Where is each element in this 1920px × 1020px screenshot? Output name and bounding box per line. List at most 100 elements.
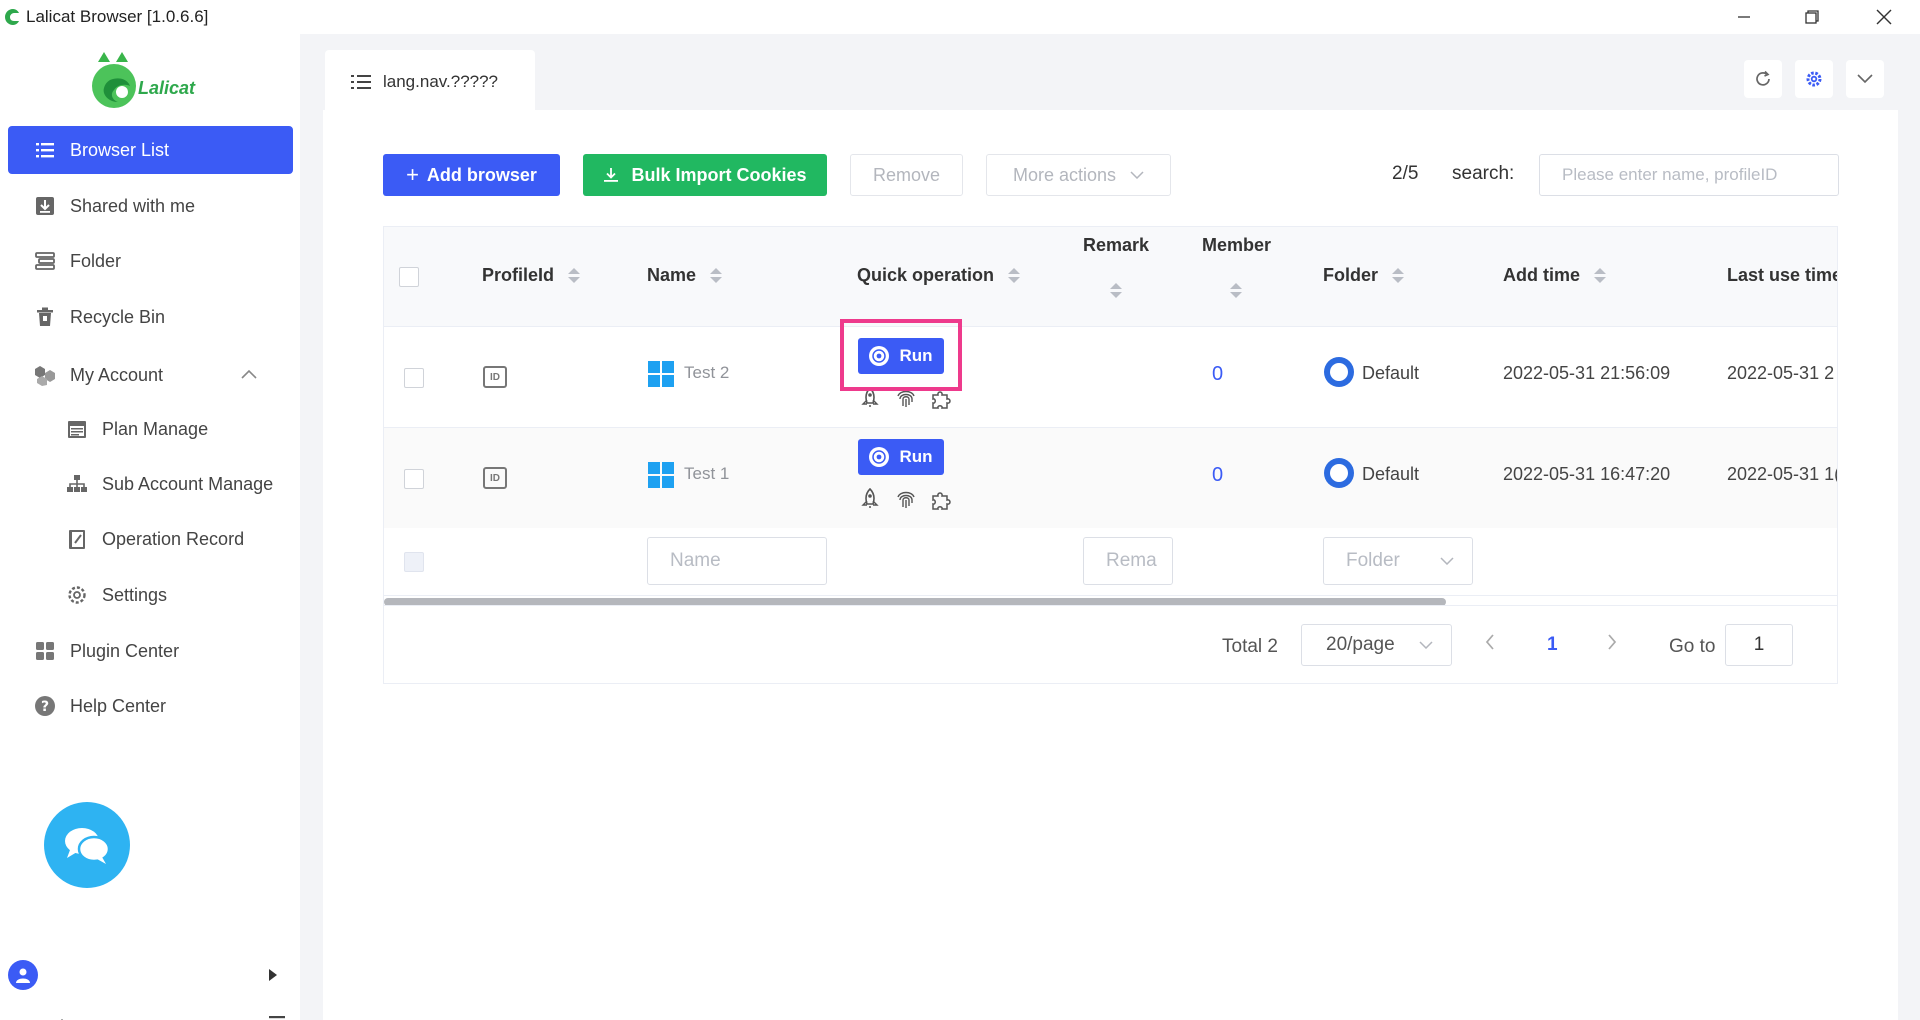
column-label: Folder bbox=[1323, 265, 1379, 285]
sort-icon[interactable] bbox=[1230, 283, 1242, 298]
sidebar-item-recycle-bin[interactable]: Recycle Bin bbox=[8, 293, 293, 341]
more-actions-dropdown[interactable]: More actions bbox=[986, 154, 1171, 196]
profile-id-icon[interactable]: ID bbox=[483, 366, 507, 388]
sidebar-item-browser-list[interactable]: Browser List bbox=[8, 126, 293, 174]
gear-icon bbox=[66, 584, 88, 606]
sidebar-item-label: Settings bbox=[102, 584, 168, 605]
column-quick-operation[interactable]: Quick operation bbox=[857, 265, 1021, 286]
user-avatar[interactable] bbox=[8, 960, 38, 990]
sun-icon[interactable] bbox=[47, 1014, 77, 1020]
bulk-import-cookies-button[interactable]: Bulk Import Cookies bbox=[583, 154, 827, 196]
column-name[interactable]: Name bbox=[647, 265, 723, 286]
refresh-button[interactable] bbox=[1744, 60, 1782, 98]
member-count[interactable]: 0 bbox=[1212, 464, 1223, 487]
sidebar-item-label: Browser List bbox=[70, 139, 170, 160]
folder-filter-select[interactable]: Folder bbox=[1323, 537, 1473, 585]
sort-icon[interactable] bbox=[710, 268, 723, 283]
shield-icon[interactable] bbox=[170, 1014, 200, 1020]
sort-icon[interactable] bbox=[1594, 268, 1607, 283]
sidebar-item-folder[interactable]: Folder bbox=[8, 237, 293, 285]
member-count[interactable]: 0 bbox=[1212, 363, 1223, 386]
sidebar-item-shared-with-me[interactable]: Shared with me bbox=[8, 182, 293, 230]
settings-button[interactable] bbox=[1795, 60, 1833, 98]
goto-page-input[interactable] bbox=[1725, 624, 1793, 666]
windows-icon bbox=[648, 462, 674, 488]
page-number[interactable]: 1 bbox=[1547, 634, 1558, 656]
sidebar-item-label: Plugin Center bbox=[70, 640, 180, 661]
restore-icon[interactable] bbox=[1784, 0, 1840, 34]
chevron-up-icon[interactable] bbox=[241, 369, 257, 379]
sort-icon[interactable] bbox=[1110, 283, 1122, 298]
help-icon: ? bbox=[34, 695, 56, 717]
table-row: ID Test 2 Run 0 Default 2022-05-31 21:56… bbox=[384, 327, 1837, 428]
sidebar-item-sub-account-manage[interactable]: Sub Account Manage bbox=[8, 460, 293, 508]
last-use-time: 2022-05-31 2 bbox=[1727, 363, 1835, 383]
row-checkbox[interactable] bbox=[404, 469, 424, 489]
puzzle-icon[interactable] bbox=[929, 486, 955, 512]
tab-browser-list[interactable]: lang.nav.????? bbox=[325, 50, 535, 114]
rocket-icon[interactable] bbox=[857, 486, 883, 512]
close-icon[interactable] bbox=[1856, 0, 1912, 34]
notebook-icon bbox=[66, 528, 88, 550]
sidebar-item-settings[interactable]: Settings bbox=[8, 571, 293, 619]
sidebar-item-help-center[interactable]: ? Help Center bbox=[8, 682, 293, 730]
caret-right-icon[interactable] bbox=[268, 968, 278, 982]
add-browser-button[interactable]: + Add browser bbox=[383, 154, 560, 196]
sidebar-item-my-account[interactable]: My Account bbox=[8, 351, 293, 399]
tag-icon[interactable] bbox=[129, 1014, 159, 1020]
folder-stack-icon bbox=[34, 250, 56, 272]
fingerprint-icon[interactable] bbox=[893, 486, 919, 512]
sidebar-item-operation-record[interactable]: Operation Record bbox=[8, 515, 293, 563]
remark-filter-input[interactable] bbox=[1083, 537, 1173, 585]
remove-button[interactable]: Remove bbox=[850, 154, 963, 196]
org-chart-icon bbox=[66, 473, 88, 495]
user-icon bbox=[16, 968, 30, 983]
column-folder[interactable]: Folder bbox=[1323, 265, 1405, 286]
table-header: ProfileId Name Quick operation Remark Me… bbox=[384, 227, 1837, 327]
sort-icon[interactable] bbox=[1008, 268, 1021, 283]
quick-icons bbox=[857, 486, 965, 512]
folder-name: Default bbox=[1362, 464, 1420, 484]
sort-icon[interactable] bbox=[1392, 268, 1405, 283]
sort-icon[interactable] bbox=[568, 268, 581, 283]
profile-name[interactable]: Test 1 bbox=[684, 464, 729, 484]
row-checkbox[interactable] bbox=[404, 368, 424, 388]
home-icon[interactable] bbox=[6, 1014, 36, 1020]
column-label: Remark bbox=[1083, 235, 1150, 255]
menu-collapse-icon[interactable] bbox=[268, 1014, 292, 1020]
goto-label: Go to bbox=[1669, 636, 1716, 657]
column-last-use-time[interactable]: Last use time bbox=[1727, 265, 1837, 286]
column-remark[interactable]: Remark bbox=[1083, 235, 1149, 256]
run-button-highlight bbox=[840, 319, 962, 391]
chat-support-button[interactable] bbox=[44, 802, 130, 888]
search-input[interactable] bbox=[1539, 154, 1839, 196]
calendar-icon bbox=[66, 418, 88, 440]
plus-icon: + bbox=[406, 162, 419, 187]
language-en-icon[interactable]: En bbox=[88, 1014, 118, 1020]
sidebar-item-label: Plan Manage bbox=[102, 418, 209, 439]
minimize-icon[interactable] bbox=[1716, 0, 1772, 34]
pagination: Total 2 20/page 1 Go to bbox=[384, 605, 1837, 683]
chevron-down-icon bbox=[1419, 641, 1433, 649]
lalicat-logo: Lalicat bbox=[88, 50, 208, 112]
tab-dropdown-button[interactable] bbox=[1846, 60, 1884, 98]
sidebar-item-label: Recycle Bin bbox=[70, 306, 166, 327]
column-add-time[interactable]: Add time bbox=[1503, 265, 1607, 286]
select-all-checkbox[interactable] bbox=[399, 267, 419, 287]
sidebar-item-plan-manage[interactable]: Plan Manage bbox=[8, 405, 293, 453]
next-page-icon[interactable] bbox=[1606, 632, 1618, 652]
profile-name[interactable]: Test 2 bbox=[684, 363, 729, 383]
window-title: Lalicat Browser [1.0.6.6] bbox=[26, 7, 209, 26]
column-profileid[interactable]: ProfileId bbox=[482, 265, 581, 286]
list-icon bbox=[34, 139, 56, 161]
chevron-down-icon bbox=[1440, 557, 1454, 565]
run-button[interactable]: Run bbox=[858, 439, 944, 475]
column-member[interactable]: Member bbox=[1202, 235, 1271, 256]
folder-filter-label: Folder bbox=[1346, 550, 1400, 571]
prev-page-icon[interactable] bbox=[1484, 632, 1496, 652]
profile-id-icon[interactable]: ID bbox=[483, 467, 507, 489]
name-filter-input[interactable] bbox=[647, 537, 827, 585]
sidebar-item-plugin-center[interactable]: Plugin Center bbox=[8, 627, 293, 675]
page-size-select[interactable]: 20/page bbox=[1301, 624, 1452, 666]
grid-icon bbox=[34, 640, 56, 662]
